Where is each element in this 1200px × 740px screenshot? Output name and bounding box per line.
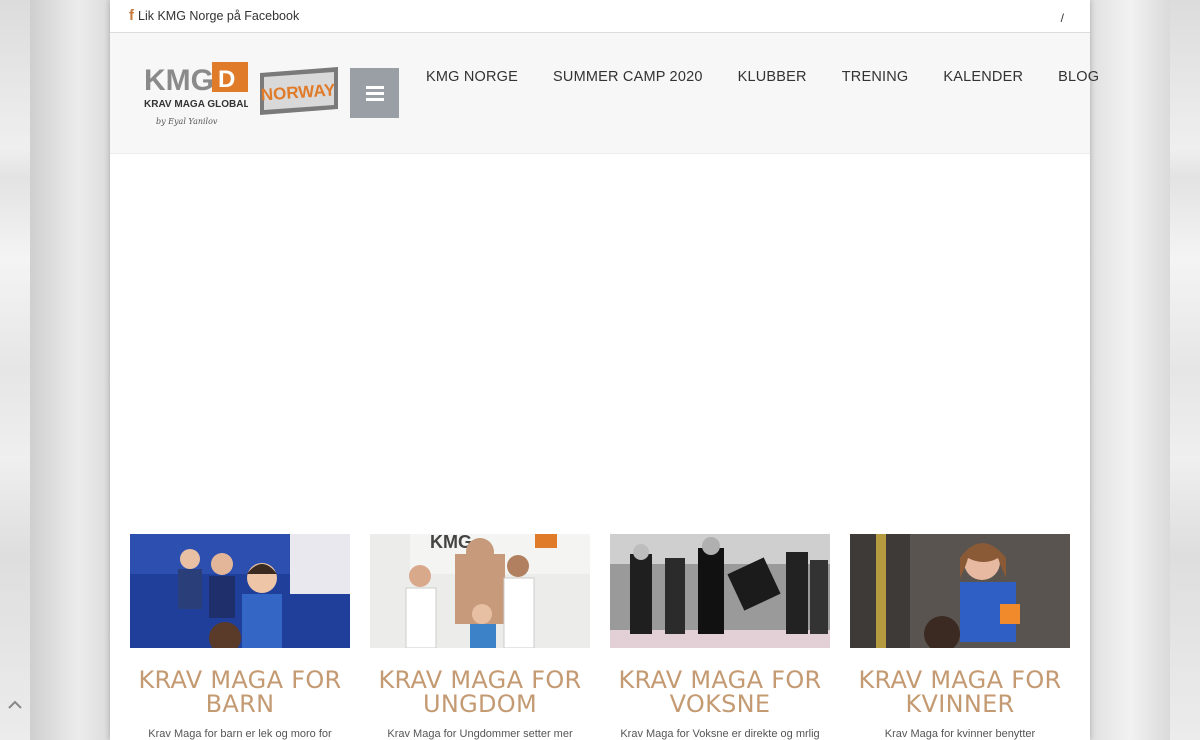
hero-area [110,154,1090,534]
kmg-logo[interactable]: KMG D KRAV MAGA GLOBAL by Eyal Yanilov [142,60,248,130]
card-barn[interactable]: KRAV MAGA FOR BARN Krav Maga for barn er… [130,534,350,740]
card-voksne-title: KRAV MAGA FOR VOKSNE [610,668,830,716]
norway-logo[interactable]: NORWAY [258,67,340,115]
top-bar: f Lik KMG Norge på Facebook / [110,0,1090,33]
card-voksne-text: Krav Maga for Voksne er direkte og mrlig [620,728,820,740]
card-voksne-title-line1: KRAV MAGA FOR [618,666,822,694]
logo-sub-text: KRAV MAGA GLOBAL [144,99,248,110]
card-ungdom-image[interactable]: KMG [370,534,590,648]
menu-toggle-button[interactable] [350,68,399,118]
card-barn-text: Krav Maga for barn er lek og moro for [148,728,332,740]
card-ungdom-title-line2: UNGDOM [423,690,537,718]
nav-kmg-norge[interactable]: KMG NORGE [426,69,518,85]
hamburger-icon [365,86,384,101]
top-bar-slash: / [1060,11,1064,25]
facebook-icon: f [129,7,134,24]
background-left [30,0,110,740]
card-barn-title: KRAV MAGA FOR BARN [130,668,350,716]
card-barn-title-line1: KRAV MAGA FOR [138,666,342,694]
nav-summer-camp[interactable]: SUMMER CAMP 2020 [553,69,703,85]
card-voksne[interactable]: KRAV MAGA FOR VOKSNE Krav Maga for Voksn… [610,534,830,740]
card-ungdom-title: KRAV MAGA FOR UNGDOM [370,668,590,716]
page-container: f Lik KMG Norge på Facebook / KMG D KRAV… [110,0,1099,740]
facebook-like-label: Lik KMG Norge på Facebook [138,9,300,23]
card-barn-title-line2: BARN [205,690,275,718]
card-voksne-image[interactable] [610,534,830,648]
svg-text:D: D [218,66,235,93]
card-ungdom-text: Krav Maga for Ungdommer setter mer [387,728,573,740]
card-ungdom-title-line1: KRAV MAGA FOR [378,666,582,694]
card-kvinner-image[interactable] [850,534,1070,648]
logo-by-text: by Eyal Yanilov [156,117,218,126]
svg-text:KMG: KMG [430,534,472,552]
card-kvinner-title-line1: KRAV MAGA FOR [858,666,1062,694]
main-navigation: KMG NORGE SUMMER CAMP 2020 KLUBBER TRENI… [426,69,1134,85]
nav-blog[interactable]: BLOG [1058,69,1099,85]
card-voksne-title-line2: VOKSNE [669,690,771,718]
site-header: KMG D KRAV MAGA GLOBAL by Eyal Yanilov N… [110,33,1099,154]
card-kvinner[interactable]: KRAV MAGA FOR KVINNER Krav Maga for kvin… [850,534,1070,740]
background-right [1090,0,1170,740]
card-barn-image[interactable] [130,534,350,648]
logo-main-text: KMG [144,64,214,97]
card-ungdom[interactable]: KMG KRAV MAGA FOR UNGDOM Krav Maga for U… [370,534,590,740]
program-cards: KRAV MAGA FOR BARN Krav Maga for barn er… [130,534,1070,740]
nav-kalender[interactable]: KALENDER [943,69,1023,85]
card-kvinner-title-line2: KVINNER [905,690,1015,718]
nav-trening[interactable]: TRENING [842,69,909,85]
card-kvinner-title: KRAV MAGA FOR KVINNER [850,668,1070,716]
nav-klubber[interactable]: KLUBBER [738,69,807,85]
card-kvinner-text: Krav Maga for kvinner benytter [884,728,1036,740]
facebook-like-link[interactable]: f Lik KMG Norge på Facebook [129,7,300,24]
scroll-to-top-icon[interactable] [6,696,24,714]
